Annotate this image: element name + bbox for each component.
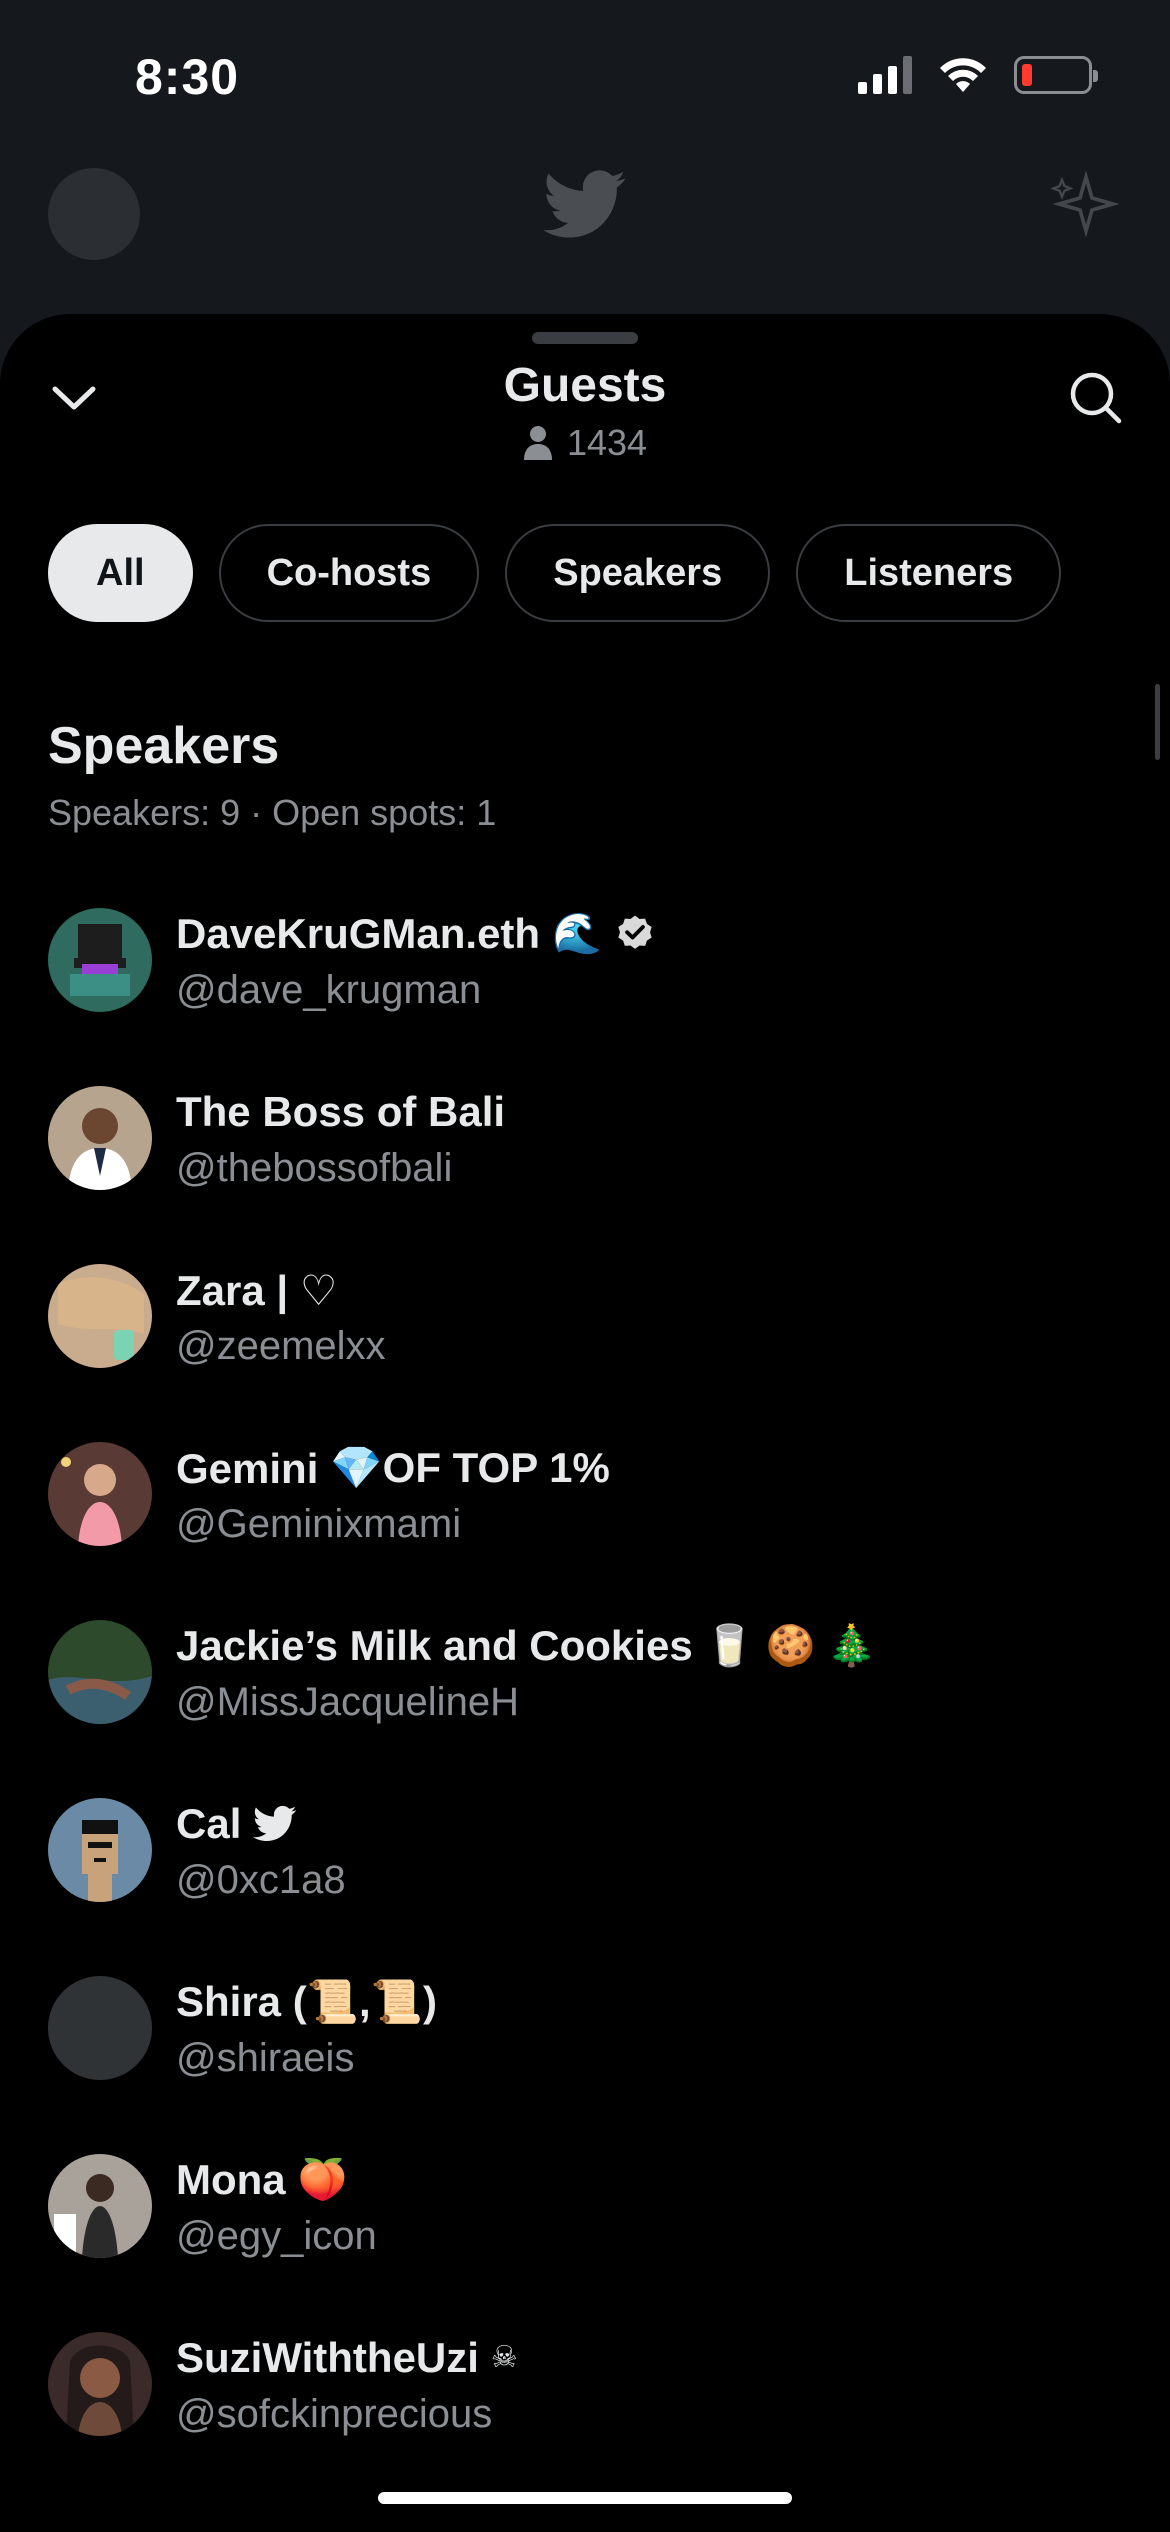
display-name: Gemini	[176, 1444, 319, 1492]
display-name: Cal	[176, 1800, 242, 1847]
name-line: DaveKruGMan.eth 🌊	[176, 910, 656, 958]
name-line: Mona 🍑	[176, 2156, 347, 2204]
profile-avatar	[48, 168, 140, 260]
guests-sheet: Guests 1434 All Co-hosts Speakers Listen…	[0, 314, 1170, 2532]
name-emoji: 🍑	[297, 2158, 348, 2202]
user-handle: @egy_icon	[176, 2214, 377, 2258]
tab-listeners[interactable]: Listeners	[796, 524, 1062, 622]
display-name: The Boss of Bali	[176, 1088, 506, 1135]
name-line: Shira (📜,📜)	[176, 1978, 437, 2027]
name-emoji: 🌊	[552, 912, 602, 956]
avatar	[48, 2332, 152, 2436]
sheet-grabber[interactable]	[532, 332, 638, 344]
name-line: Zara | ♡	[176, 1266, 337, 1315]
name-line: SuziWiththeUzi ☠	[176, 2334, 518, 2382]
list-item[interactable]: DaveKruGMan.eth 🌊 @dave_krugman	[0, 888, 1170, 1066]
display-name: Mona	[176, 2156, 286, 2203]
battery-icon	[1014, 56, 1098, 94]
filter-tabs: All Co-hosts Speakers Listeners	[48, 524, 1062, 622]
list-item[interactable]: Zara | ♡ @zeemelxx	[0, 1244, 1170, 1422]
twitter-bird-icon	[543, 170, 626, 238]
listener-count: 1434	[0, 422, 1170, 464]
avatar	[48, 1620, 152, 1724]
home-indicator[interactable]	[378, 2492, 792, 2504]
list-item[interactable]: Gemini 💎OF TOP 1% @Geminixmami	[0, 1422, 1170, 1600]
person-icon	[523, 426, 552, 460]
wifi-icon	[940, 58, 986, 92]
user-handle: @shiraeis	[176, 2036, 355, 2080]
user-handle: @Geminixmami	[176, 1502, 462, 1546]
sparkle-icon	[1050, 170, 1120, 238]
display-name: SuziWiththeUzi	[176, 2334, 479, 2381]
list-item[interactable]: Shira (📜,📜) @shiraeis	[0, 1956, 1170, 2134]
avatar	[48, 1442, 152, 1546]
list-item[interactable]: Jackie’s Milk and Cookies 🥛 🍪 🎄 @MissJac…	[0, 1600, 1170, 1778]
user-handle: @MissJacquelineH	[176, 1680, 519, 1724]
status-icons	[858, 56, 1098, 94]
name-emoji: 🥛 🍪 🎄	[704, 1624, 877, 1668]
list-item[interactable]: SuziWiththeUzi ☠ @sofckinprecious	[0, 2312, 1170, 2490]
display-name: Zara | ♡	[176, 1267, 338, 1314]
avatar	[48, 1086, 152, 1190]
status-time: 8:30	[135, 49, 240, 105]
user-handle: @dave_krugman	[176, 968, 482, 1012]
name-emoji: ☠	[490, 2341, 518, 2374]
avatar	[48, 1264, 152, 1368]
listener-count-value: 1434	[566, 422, 648, 463]
name-emoji: 💎OF TOP 1%	[330, 1444, 610, 1491]
display-name: DaveKruGMan.eth	[176, 910, 541, 957]
scrollbar[interactable]	[1155, 684, 1160, 760]
verified-icon	[618, 915, 652, 949]
section-subtitle: Speakers: 9 · Open spots: 1	[48, 792, 497, 833]
search-icon	[1070, 372, 1122, 424]
twitter-bird-icon	[253, 1805, 297, 1842]
avatar	[48, 2154, 152, 2258]
tab-speakers[interactable]: Speakers	[505, 524, 771, 622]
tab-all[interactable]: All	[48, 524, 193, 622]
cellular-signal-icon	[858, 56, 912, 94]
avatar	[48, 908, 152, 1012]
list-item[interactable]: Mona 🍑 @egy_icon	[0, 2134, 1170, 2312]
avatar	[48, 1976, 152, 2080]
tab-co-hosts[interactable]: Co-hosts	[218, 524, 480, 622]
display-name: Jackie’s Milk and Cookies	[176, 1622, 693, 1669]
user-handle: @thebossofbali	[176, 1146, 453, 1190]
sheet-title: Guests	[503, 359, 667, 412]
search-button[interactable]	[1060, 362, 1130, 432]
background-app-header	[0, 150, 1170, 270]
user-handle: @sofckinprecious	[176, 2392, 493, 2436]
list-item[interactable]: Cal @0xc1a8	[0, 1778, 1170, 1956]
status-bar: 8:30	[0, 0, 1170, 150]
display-name: Shira (📜,📜)	[176, 1978, 437, 2025]
avatar	[48, 1798, 152, 1902]
name-line: Jackie’s Milk and Cookies 🥛 🍪 🎄	[176, 1622, 876, 1670]
name-line: Gemini 💎OF TOP 1%	[176, 1444, 610, 1493]
name-line: Cal	[176, 1800, 297, 1848]
name-line: The Boss of Bali	[176, 1088, 505, 1136]
user-handle: @0xc1a8	[176, 1858, 346, 1902]
section-title: Speakers	[48, 717, 280, 775]
list-item[interactable]: The Boss of Bali @thebossofbali	[0, 1066, 1170, 1244]
user-handle: @zeemelxx	[176, 1324, 386, 1368]
speakers-list: DaveKruGMan.eth 🌊 @dave_krugman The Boss…	[0, 888, 1170, 2490]
